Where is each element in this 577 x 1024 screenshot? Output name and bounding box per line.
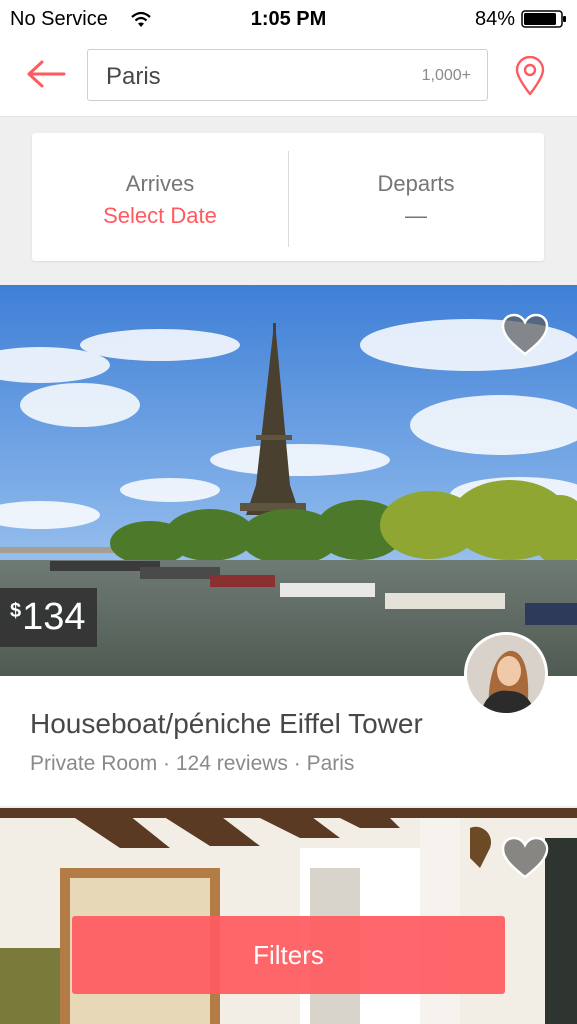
favorite-heart-icon[interactable]: [501, 313, 549, 357]
search-input[interactable]: Paris 1,000+: [87, 49, 488, 101]
map-pin-icon[interactable]: [514, 56, 546, 96]
filters-label: Filters: [253, 939, 324, 970]
status-bar: No Service 1:05 PM 84%: [0, 0, 577, 38]
filters-button[interactable]: Filters: [72, 916, 505, 994]
results-count: 1,000+: [421, 67, 471, 84]
host-avatar[interactable]: [464, 632, 548, 716]
back-arrow-icon[interactable]: [26, 58, 66, 90]
search-header: Paris 1,000+: [0, 38, 577, 117]
price-currency: $: [10, 600, 22, 622]
search-query: Paris: [106, 63, 161, 90]
price-amount: 134: [22, 596, 86, 638]
favorite-heart-icon[interactable]: [501, 836, 549, 880]
battery-percentage: 84%: [474, 8, 515, 30]
listing-meta: Private Room · 124 reviews · Paris: [30, 752, 355, 775]
departs-date-selector[interactable]: Departs —: [288, 133, 544, 261]
battery-icon: [521, 10, 566, 28]
arrives-value: Select Date: [103, 203, 217, 228]
departs-value: —: [405, 203, 427, 228]
listing-title: Houseboat/péniche Eiffel Tower: [30, 708, 423, 739]
date-picker-card: Arrives Select Date Departs —: [32, 133, 544, 261]
arrives-date-selector[interactable]: Arrives Select Date: [32, 133, 288, 261]
price-tag: $ 134: [0, 588, 97, 647]
host-portrait: [467, 635, 545, 713]
departs-label: Departs: [377, 171, 455, 196]
arrives-label: Arrives: [125, 171, 195, 196]
